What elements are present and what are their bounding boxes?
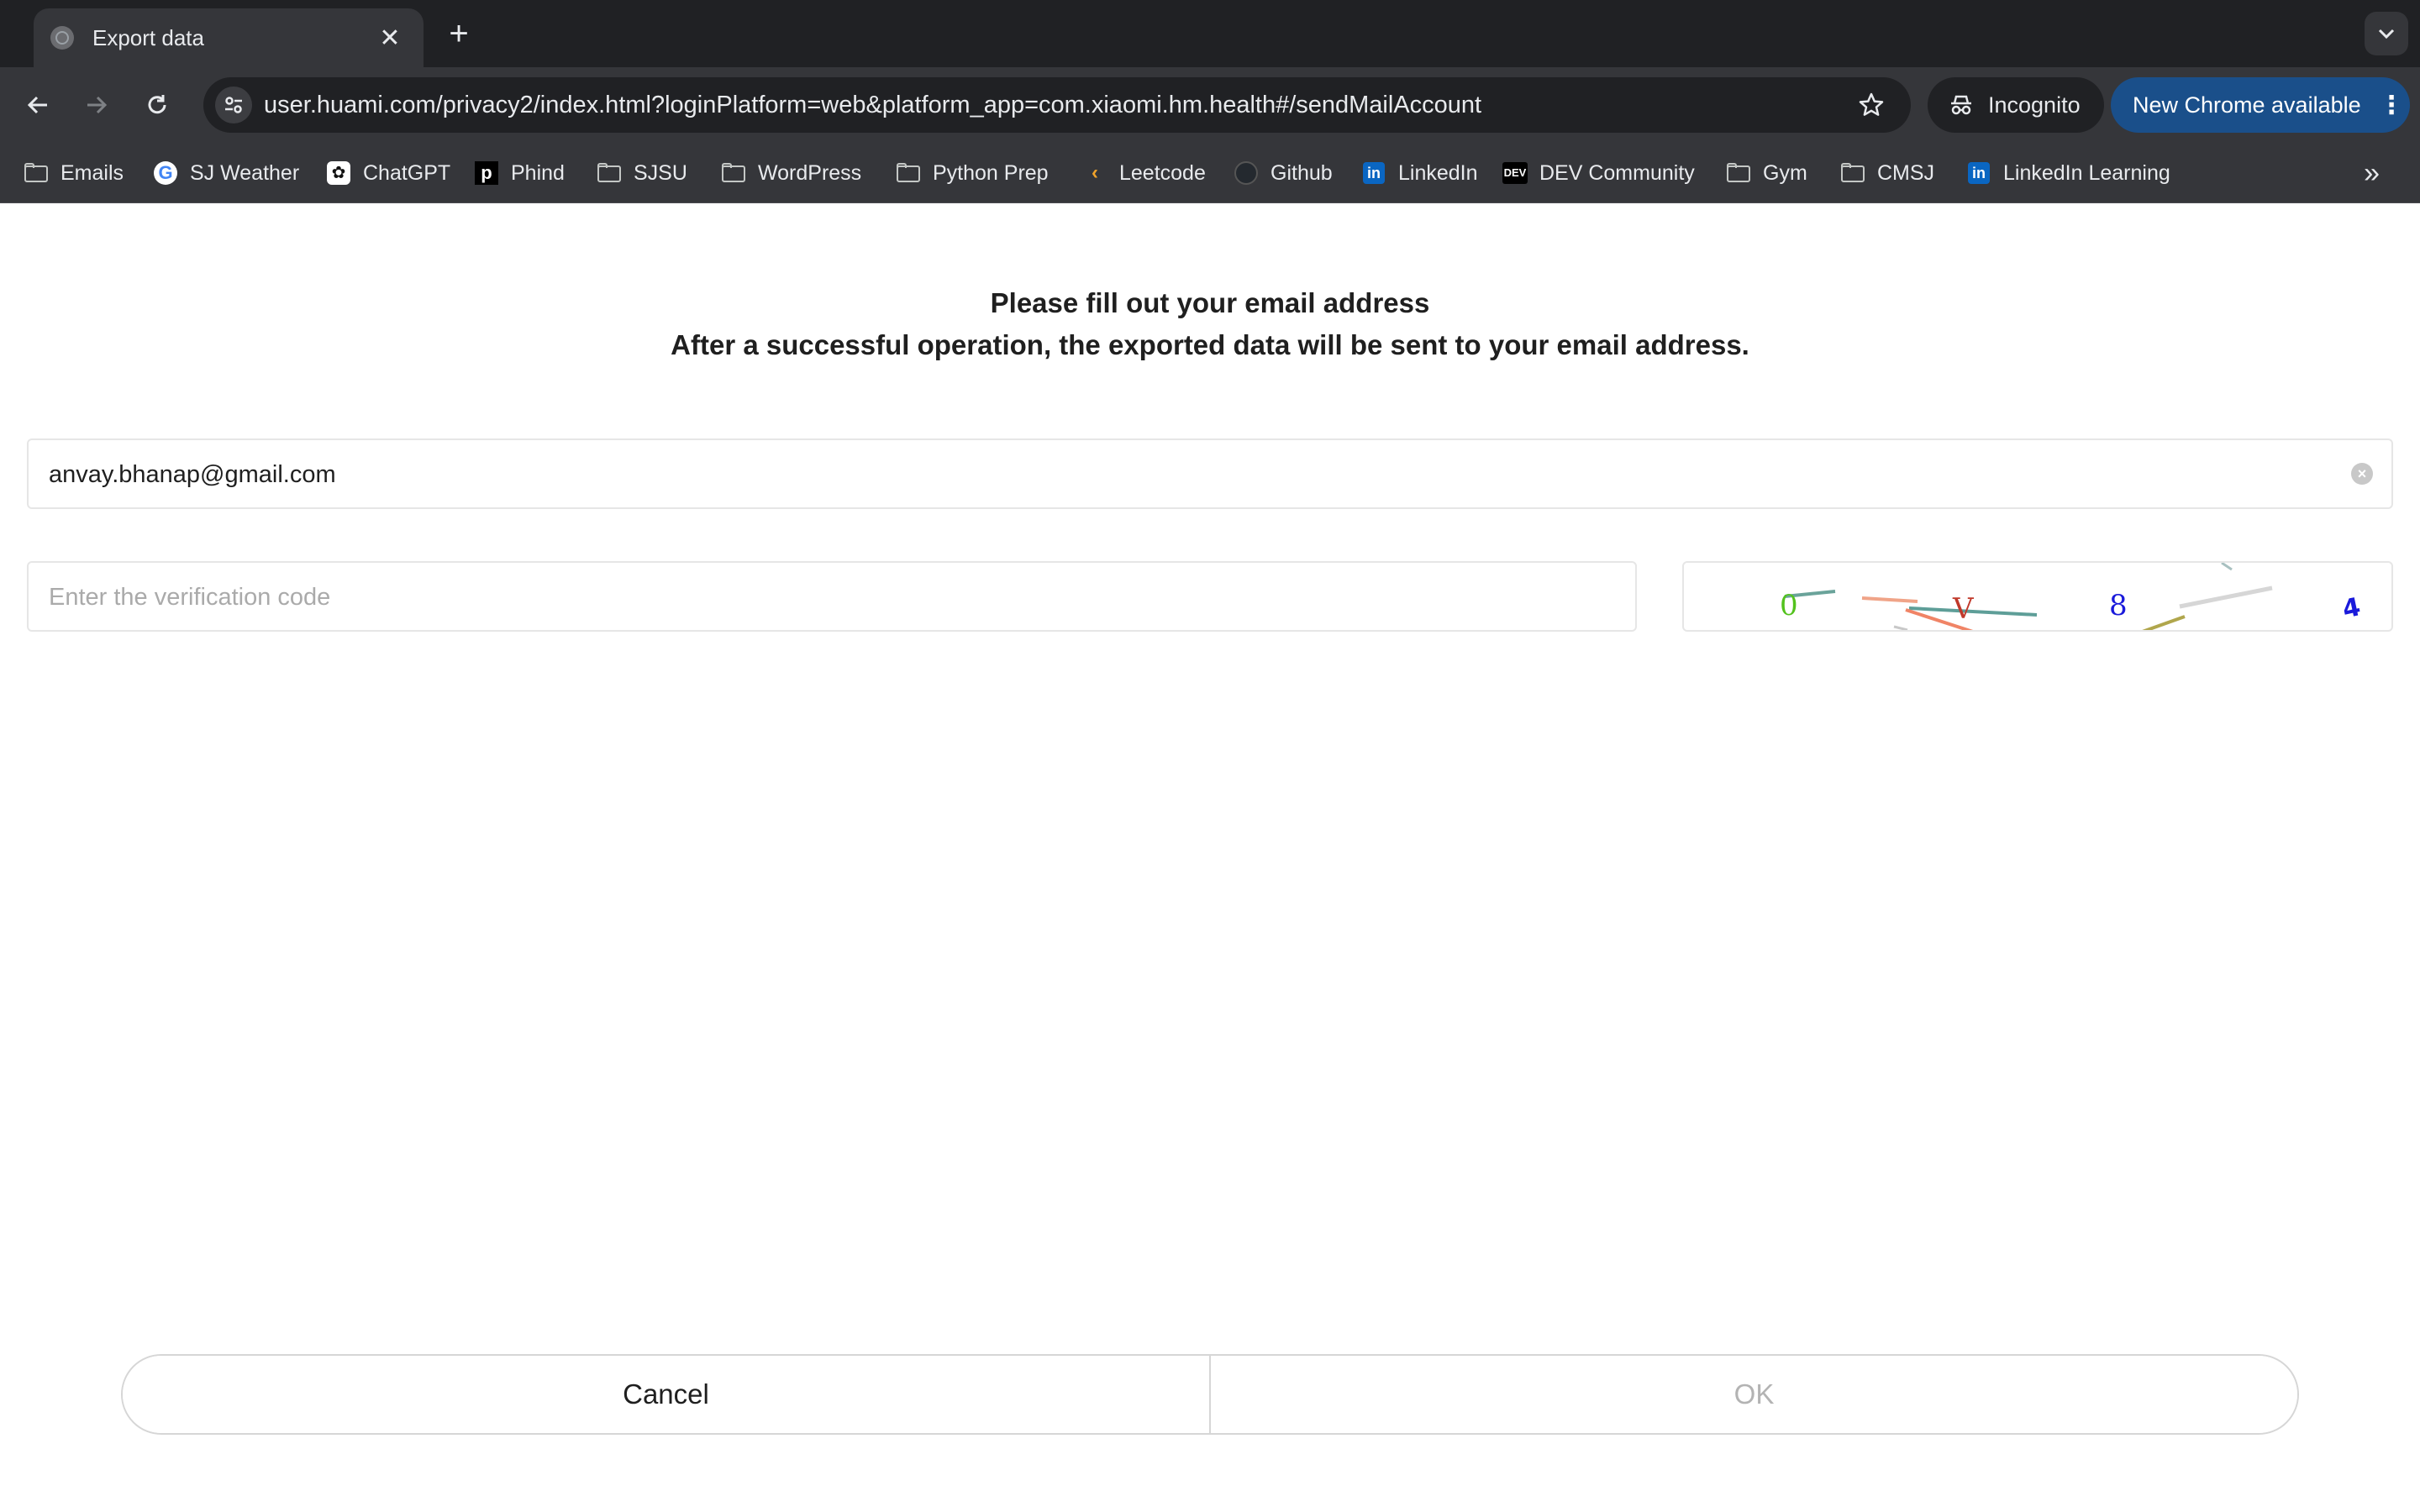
- verification-code-input[interactable]: [47, 563, 1613, 632]
- bookmark-label: Phind: [511, 160, 565, 185]
- reload-icon: [148, 95, 166, 114]
- bookmark-github[interactable]: Github: [1234, 143, 1333, 203]
- bookmark-label: Github: [1270, 160, 1333, 185]
- folder-icon: [597, 160, 622, 186]
- bookmark-label: LinkedIn Learning: [2003, 160, 2170, 185]
- tune-icon: [225, 97, 242, 113]
- bookmark-phind[interactable]: p Phind: [474, 143, 565, 203]
- more-bookmarks-icon[interactable]: »: [2364, 143, 2380, 203]
- folder-icon: [24, 160, 49, 186]
- globe-icon: [50, 26, 74, 50]
- clear-icon[interactable]: ×: [2351, 463, 2373, 485]
- bookmark-dev-community[interactable]: DEV DEV Community: [1502, 143, 1695, 203]
- email-input[interactable]: [47, 440, 2336, 509]
- update-label: New Chrome available: [2133, 92, 2361, 118]
- bookmark-leetcode[interactable]: ‹ Leetcode: [1082, 143, 1206, 203]
- bookmark-label: ChatGPT: [363, 160, 451, 185]
- address-bar[interactable]: user.huami.com/privacy2/index.html?login…: [203, 77, 1911, 133]
- bookmark-label: SJSU: [634, 160, 687, 185]
- bookmark-label: Leetcode: [1119, 160, 1206, 185]
- tab-search-button[interactable]: [2365, 12, 2408, 55]
- export-data-page: Please fill out your email address After…: [0, 203, 2420, 1512]
- page-title: Please fill out your email address: [990, 287, 1430, 318]
- folder-icon: [896, 160, 921, 186]
- bookmark-wordpress[interactable]: WordPress: [721, 143, 861, 203]
- captcha-noise-line: [2221, 563, 2233, 571]
- bookmark-linkedin-learning[interactable]: in LinkedIn Learning: [1966, 143, 2170, 203]
- captcha-char: 8: [2109, 589, 2128, 622]
- bookmark-gym[interactable]: Gym: [1726, 143, 1807, 203]
- bookmark-sjsu[interactable]: SJSU: [597, 143, 687, 203]
- tab-strip: Export data ✕ +: [0, 0, 2420, 67]
- linkedin-icon: in: [1361, 160, 1386, 186]
- bookmark-label: Emails: [60, 160, 124, 185]
- bookmark-emails[interactable]: Emails: [24, 143, 124, 203]
- bookmark-label: SJ Weather: [190, 160, 300, 185]
- bookmark-label: DEV Community: [1539, 160, 1695, 185]
- arrow-left-icon: [27, 96, 47, 114]
- incognito-icon: [1951, 95, 1971, 115]
- folder-icon: [1726, 160, 1751, 186]
- captcha-noise-line: [2179, 585, 2273, 609]
- bookmark-label: Python Prep: [933, 160, 1049, 185]
- leetcode-icon: ‹: [1092, 161, 1098, 184]
- captcha-char: V: [1952, 592, 1975, 626]
- cancel-button[interactable]: Cancel: [123, 1356, 1211, 1433]
- bookmark-label: LinkedIn: [1398, 160, 1478, 185]
- phind-icon: p: [474, 160, 499, 186]
- bookmark-chatgpt[interactable]: ✿ ChatGPT: [326, 143, 450, 203]
- chrome-update-button[interactable]: New Chrome available ⋮: [2111, 77, 2410, 133]
- back-button[interactable]: [18, 86, 57, 124]
- bookmark-label: Gym: [1763, 160, 1807, 185]
- chatgpt-icon: ✿: [326, 160, 351, 186]
- verification-code-field[interactable]: [27, 561, 1637, 632]
- reload-button[interactable]: [138, 86, 176, 124]
- new-tab-button[interactable]: +: [440, 15, 477, 52]
- incognito-label: Incognito: [1988, 92, 2081, 118]
- chevron-down-icon: [2378, 29, 2395, 39]
- forward-button[interactable]: [77, 86, 116, 124]
- browser-tab[interactable]: Export data ✕: [34, 8, 424, 67]
- star-icon: [1859, 92, 1884, 116]
- folder-icon: [1840, 160, 1865, 186]
- url-text[interactable]: user.huami.com/privacy2/index.html?login…: [264, 77, 1481, 133]
- close-tab-icon[interactable]: ✕: [376, 24, 403, 53]
- captcha-noise-line: [1861, 596, 1918, 603]
- google-icon: G: [153, 160, 178, 186]
- arrow-right-icon: [87, 96, 108, 114]
- captcha-drawing: 0 V 8 4: [1780, 563, 2364, 630]
- more-vert-icon[interactable]: ⋮: [2373, 91, 2410, 120]
- tab-title: Export data: [92, 24, 204, 50]
- captcha-char: 4: [2340, 592, 2364, 625]
- captcha-noise-line: [1893, 625, 1908, 630]
- bookmark-sj-weather[interactable]: G SJ Weather: [153, 143, 299, 203]
- bookmark-label: WordPress: [758, 160, 862, 185]
- bookmark-linkedin[interactable]: in LinkedIn: [1361, 143, 1478, 203]
- bookmark-cmsj[interactable]: CMSJ: [1840, 143, 1934, 203]
- bookmark-star-button[interactable]: [1855, 89, 1887, 121]
- email-field[interactable]: ×: [27, 438, 2393, 509]
- bookmark-label: CMSJ: [1877, 160, 1935, 185]
- dev-icon: DEV: [1502, 160, 1528, 186]
- ok-button[interactable]: OK: [1211, 1356, 2297, 1433]
- dialog-button-bar: Cancel OK: [121, 1354, 2299, 1435]
- site-info-button[interactable]: [215, 87, 252, 123]
- captcha-image[interactable]: 0 V 8 4: [1682, 561, 2393, 632]
- incognito-indicator[interactable]: Incognito: [1928, 77, 2104, 133]
- captcha-char: 0: [1780, 589, 1798, 622]
- browser-toolbar: user.huami.com/privacy2/index.html?login…: [0, 67, 2420, 143]
- bookmark-python-prep[interactable]: Python Prep: [896, 143, 1049, 203]
- page-subtitle: After a successful operation, the export…: [671, 329, 1749, 360]
- bookmarks-bar: Emails G SJ Weather ✿ ChatGPT p Phind SJ…: [0, 143, 2420, 203]
- github-icon: [1234, 160, 1259, 186]
- captcha-noise-line: [2142, 615, 2186, 630]
- linkedin-icon: in: [1966, 160, 1991, 186]
- folder-icon: [721, 160, 746, 186]
